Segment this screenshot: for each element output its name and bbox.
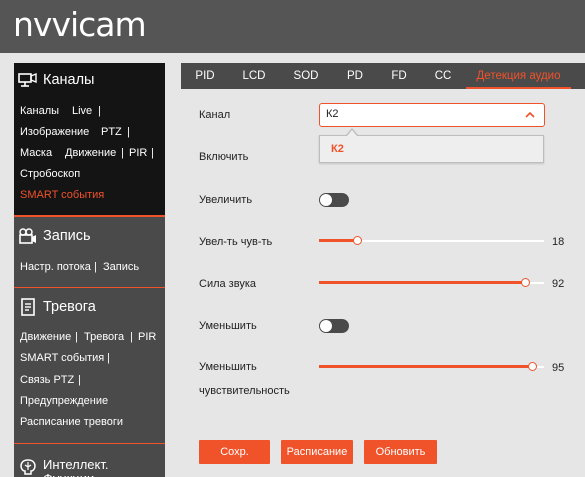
document-alarm-icon <box>21 298 35 316</box>
sidebar-heading-record[interactable]: Запись <box>14 221 165 251</box>
link-separator: | <box>107 352 110 364</box>
toggle-knob <box>320 194 332 206</box>
link-separator: | <box>151 147 154 159</box>
slider-thumb[interactable] <box>521 278 530 287</box>
monitor-camera-icon <box>18 72 37 87</box>
link-separator: | <box>75 331 78 343</box>
sidebar-link-strobe[interactable]: Стробоскоп <box>20 167 80 181</box>
link-separator: | <box>127 126 130 138</box>
volume-label: Сила звука <box>199 278 256 290</box>
sidebar-link-mask[interactable]: Маска <box>20 146 52 160</box>
sidebar-heading-intel[interactable]: Интеллект. Функции <box>14 452 165 477</box>
sidebar-heading-label: Интеллект. Функции <box>43 457 109 477</box>
audio-detection-panel: Канал К2 Включить К2 Увеличить Увел-ть ч… <box>181 89 585 477</box>
sidebar-heading-label: Тревога <box>43 299 96 315</box>
schedule-button[interactable]: Расписание <box>281 440 353 464</box>
link-separator: | <box>98 105 101 117</box>
sidebar-section-record: Запись Настр. потока | Запись <box>14 217 165 287</box>
channel-dropdown: К2 <box>319 135 544 163</box>
decrease-sensitivity-slider[interactable] <box>319 360 544 374</box>
sidebar-section-intel: Интеллект. Функции <box>14 444 165 477</box>
tab-pd[interactable]: PD <box>343 63 367 89</box>
sidebar-heading-label: Каналы <box>43 72 95 88</box>
decrease-sensitivity-label: Уменьшить <box>199 361 257 373</box>
sidebar-link-image[interactable]: Изображение <box>20 125 89 139</box>
brain-icon <box>20 459 36 475</box>
increase-toggle[interactable] <box>319 193 349 207</box>
decrease-label: Уменьшить <box>199 320 257 332</box>
dropdown-caret-fill <box>347 130 357 136</box>
sidebar-link-smart-events[interactable]: SMART события <box>20 188 104 202</box>
increase-sensitivity-label: Увел-ть чув-ть <box>199 236 273 248</box>
sidebar-section-channels: Каналы Каналы Live | Изображение PTZ | М… <box>14 63 165 215</box>
tab-fd[interactable]: FD <box>388 63 410 89</box>
sidebar-link-ptz-link[interactable]: Связь PTZ <box>20 373 74 387</box>
sidebar-link-record[interactable]: Запись <box>103 260 139 274</box>
header-gap <box>0 53 585 63</box>
decrease-sensitivity-label-line2: чувствительность <box>199 385 290 397</box>
increase-label: Увеличить <box>199 194 253 206</box>
sidebar-heading-alarm[interactable]: Тревога <box>14 292 165 322</box>
sidebar-link-motion[interactable]: Движение <box>65 146 116 160</box>
increase-sensitivity-slider[interactable] <box>319 234 544 248</box>
decrease-sensitivity-value: 95 <box>552 362 565 374</box>
channel-select-value: К2 <box>326 108 339 120</box>
sidebar-link-stream-settings[interactable]: Настр. потока <box>20 260 91 274</box>
tab-cc[interactable]: CC <box>431 63 455 89</box>
tab-pid[interactable]: PID <box>189 63 221 89</box>
enable-label: Включить <box>199 151 249 163</box>
video-camera-icon <box>19 228 36 244</box>
volume-slider[interactable] <box>319 276 544 290</box>
sidebar-link-motion[interactable]: Движение <box>20 330 71 344</box>
layout-gap <box>165 63 181 477</box>
tab-bar: PID LCD SOD PD FD CC Детекция аудио <box>181 63 585 89</box>
sidebar-heading-channels[interactable]: Каналы <box>14 65 165 95</box>
channel-select[interactable]: К2 <box>319 103 545 127</box>
sidebar-link-live[interactable]: Live <box>72 104 92 118</box>
slider-fill <box>319 281 525 284</box>
sidebar-link-pir[interactable]: PIR <box>138 330 156 344</box>
sidebar-link-smart-events[interactable]: SMART события <box>20 351 104 365</box>
link-separator: | <box>130 331 133 343</box>
volume-value: 92 <box>552 278 565 290</box>
link-separator: | <box>121 147 124 159</box>
toggle-knob <box>320 320 332 332</box>
slider-thumb[interactable] <box>353 236 362 245</box>
sidebar-heading-label: Запись <box>43 228 91 244</box>
sidebar-link-warning[interactable]: Предупреждение <box>20 394 108 408</box>
channel-option[interactable]: К2 <box>331 143 344 155</box>
tab-sod[interactable]: SOD <box>289 63 323 89</box>
refresh-button[interactable]: Обновить <box>364 440 437 464</box>
save-button[interactable]: Сохр. <box>199 440 270 464</box>
tab-lcd[interactable]: LCD <box>236 63 272 89</box>
link-separator: | <box>94 261 97 273</box>
tab-audio-detection[interactable]: Детекция аудио <box>466 63 571 89</box>
slider-thumb[interactable] <box>528 362 537 371</box>
sidebar-link-pir[interactable]: PIR <box>129 146 147 160</box>
top-header: nᴠvicam <box>0 0 585 53</box>
sidebar-link-alarm-schedule[interactable]: Расписание тревоги <box>20 415 123 429</box>
link-separator: | <box>78 374 81 386</box>
slider-fill <box>319 365 532 368</box>
novicam-logo: nᴠvicam <box>13 5 147 44</box>
decrease-toggle[interactable] <box>319 319 349 333</box>
channel-label: Канал <box>199 109 231 121</box>
chevron-up-icon <box>525 111 535 118</box>
sidebar-link-channels[interactable]: Каналы <box>20 104 59 118</box>
sidebar-link-alarm[interactable]: Тревога <box>84 330 124 344</box>
increase-sensitivity-value: 18 <box>552 236 565 248</box>
sidebar-section-alarm: Тревога Движение | Тревога | PIR SMART с… <box>14 288 165 443</box>
sidebar-link-ptz[interactable]: PTZ <box>101 125 122 139</box>
sidebar: Каналы Каналы Live | Изображение PTZ | М… <box>14 63 165 477</box>
